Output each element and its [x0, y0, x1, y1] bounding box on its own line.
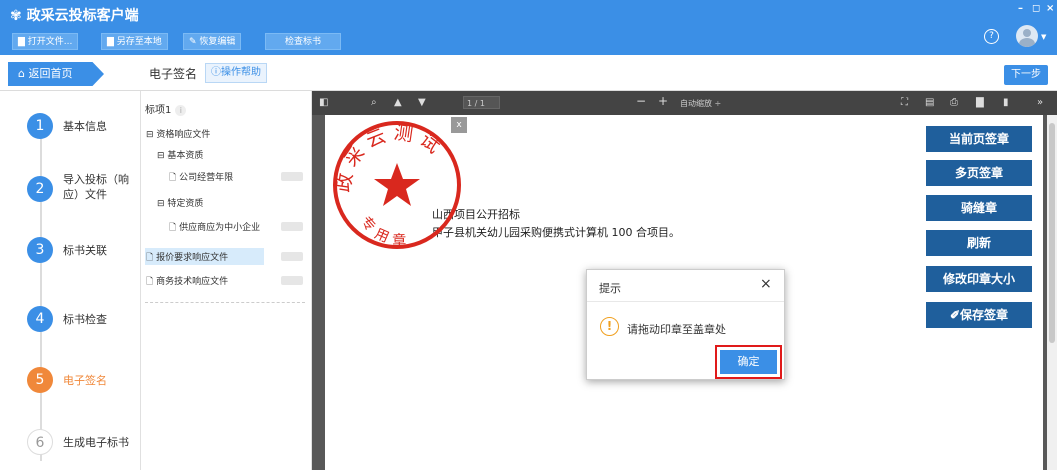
avatar-body [1019, 38, 1035, 47]
avatar[interactable] [1016, 25, 1038, 47]
sign-current-page-button[interactable]: 当前页签章 [926, 126, 1032, 152]
open-icon[interactable]: ▤ [925, 97, 934, 108]
home-icon: ⌂ [18, 67, 25, 80]
download-icon[interactable]: ▇ [976, 97, 984, 108]
dialog-message: 请拖动印章至盖章处 [627, 323, 726, 336]
maximize-button[interactable]: ◻ [1032, 3, 1040, 14]
save-signature-button[interactable]: ✐保存签章 [926, 302, 1032, 328]
tree-node-badge [281, 276, 303, 285]
zoom-select[interactable]: 自动缩放 ÷ [680, 98, 721, 109]
tree-divider [145, 302, 305, 303]
close-window-button[interactable]: × [1046, 3, 1054, 14]
step-label: 电子签名 [63, 374, 107, 387]
tree-node-basic-qualification[interactable]: ⊟ 基本资质 [157, 148, 203, 161]
seal-close-button[interactable]: x [451, 117, 467, 133]
tree-header: 标项1 i [145, 101, 187, 116]
page-number-input[interactable]: 1 / 1 [463, 96, 500, 109]
tree-node-quote-response[interactable]: 🗋 报价要求响应文件 [146, 250, 228, 266]
collapse-icon[interactable]: ⊟ [146, 130, 154, 140]
step-number: 5 [27, 367, 53, 393]
back-home-button[interactable]: ⌂ 返回首页 [8, 62, 104, 86]
next-step-button[interactable]: 下一步 [1004, 65, 1048, 85]
zoom-in-icon[interactable]: + [658, 94, 668, 108]
print-icon[interactable]: ⎙ [950, 97, 958, 108]
question-icon: ⓘ [211, 67, 221, 78]
confirm-button[interactable]: 确定 [720, 350, 777, 374]
flower-logo-icon: ✾ [10, 8, 22, 24]
tree-node-sme-supplier[interactable]: 🗋 供应商应为中小企业 [169, 220, 260, 236]
steps-sidebar: 1 基本信息 2 导入投标（响应）文件 3 标书关联 4 标书检查 5 电子签名 6 生成电… [0, 91, 141, 470]
warning-icon: ! [600, 317, 619, 336]
check-bid-button[interactable]: 检查标书 [265, 33, 342, 50]
save-local-button[interactable]: ▇ 另存至本地 [101, 33, 168, 50]
step-number: 6 [27, 429, 53, 455]
step-label: 标书关联 [63, 244, 107, 257]
document-line: 山西项目公开招标 [432, 208, 520, 221]
info-icon[interactable]: i [175, 105, 187, 116]
tree-node-badge [281, 172, 303, 181]
open-file-button[interactable]: ▇ 打开文件... [12, 33, 79, 50]
step-number: 2 [27, 176, 53, 202]
resize-seal-button[interactable]: 修改印章大小 [926, 266, 1032, 292]
more-tools-icon[interactable]: » [1037, 97, 1043, 108]
zoom-out-icon[interactable]: − [636, 94, 646, 108]
step-label: 导入投标（响应）文件 [63, 173, 129, 201]
prompt-dialog: 提示 × ! 请拖动印章至盖章处 确定 [586, 269, 785, 380]
close-icon[interactable]: × [760, 276, 772, 292]
help-icon[interactable]: ? [984, 29, 999, 44]
avatar-head [1023, 29, 1031, 37]
sidebar-toggle-icon[interactable]: ◧ [319, 97, 328, 108]
tree-node-commercial-technical[interactable]: 🗋 商务技术响应文件 [146, 274, 228, 290]
step-number: 4 [27, 306, 53, 332]
page-up-icon[interactable]: ▲ [394, 97, 402, 108]
app-title: ✾ 政采云投标客户端 [10, 8, 139, 24]
highlight-box: 确定 [715, 345, 782, 379]
save-icon: ▇ [107, 37, 114, 47]
collapse-icon[interactable]: ⊟ [157, 151, 165, 161]
refresh-button[interactable]: 刷新 [926, 230, 1032, 256]
step-label: 生成电子标书 [63, 436, 129, 449]
scroll-thumb[interactable] [1049, 123, 1055, 343]
bookmark-icon[interactable]: ▮ [1003, 97, 1009, 108]
title-bar: ✾ 政采云投标客户端 ▇ 打开文件... ▇ 另存至本地 ✎ 恢复编辑 检查标书… [0, 0, 1057, 55]
file-icon: 🗋 [169, 223, 177, 233]
step-number: 3 [27, 237, 53, 263]
file-icon: 🗋 [146, 277, 154, 287]
tree-node-badge [281, 222, 303, 231]
document-line: 甲子县机关幼儿园采购便携式计算机 100 合项目。 [432, 226, 680, 239]
step-number: 1 [27, 113, 53, 139]
minimize-button[interactable]: – [1018, 3, 1023, 14]
page-title: 电子签名 [149, 67, 198, 81]
file-icon: 🗋 [169, 173, 177, 183]
tree-node-special-qualification[interactable]: ⊟ 特定资质 [157, 196, 203, 209]
edit-icon: ✎ [189, 37, 197, 47]
tree-node-company-years[interactable]: 🗋 公司经营年限 [169, 170, 233, 186]
step-label: 标书检查 [63, 313, 107, 326]
seam-seal-button[interactable]: 骑缝章 [926, 195, 1032, 221]
dialog-divider [587, 301, 784, 302]
folder-icon: ▇ [18, 37, 25, 47]
sign-multi-page-button[interactable]: 多页签章 [926, 160, 1032, 186]
file-icon: 🗋 [146, 253, 154, 263]
restore-edit-button[interactable]: ✎ 恢复编辑 [183, 33, 242, 50]
collapse-icon[interactable]: ⊟ [157, 199, 165, 209]
page-down-icon[interactable]: ▼ [418, 97, 426, 108]
step-label: 基本信息 [63, 120, 107, 133]
fullscreen-icon[interactable]: ⛶ [901, 97, 908, 108]
tree-node-badge [281, 252, 303, 261]
chevron-down-icon[interactable]: ▼ [1041, 33, 1046, 41]
tree-node-qualification[interactable]: ⊟ 资格响应文件 [146, 127, 210, 140]
operation-help-button[interactable]: ⓘ操作帮助 [205, 63, 267, 83]
search-icon[interactable]: ⌕ [371, 97, 377, 108]
dialog-title: 提示 [599, 282, 621, 295]
